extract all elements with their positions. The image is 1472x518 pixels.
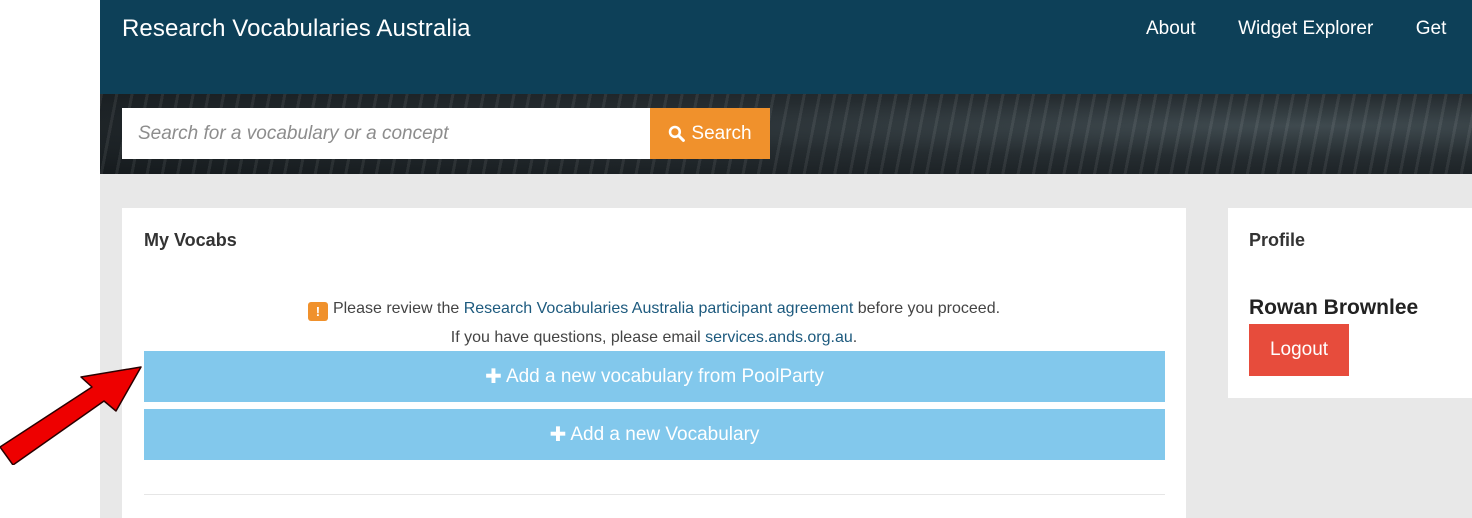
add-vocabulary-from-poolparty-button[interactable]: ✚ Add a new vocabulary from PoolParty (144, 351, 1165, 402)
my-vocabs-title: My Vocabs (144, 230, 237, 250)
my-vocabs-panel: My Vocabs ! Please review the Research Vo… (122, 208, 1186, 518)
search-icon (669, 125, 686, 142)
add-poolparty-label: Add a new vocabulary from PoolParty (505, 365, 824, 387)
red-arrow-icon (0, 366, 142, 465)
top-navbar: Research Vocabularies Australia About Wi… (100, 0, 1472, 94)
notice-text-before: Please review the (332, 300, 460, 317)
search-button[interactable]: Search (650, 108, 770, 159)
panel-divider (144, 494, 1165, 495)
agreement-notice-line: ! Please review the Research Vocabularies… (122, 294, 1186, 323)
nav-links: About Widget Explorer Get (1146, 18, 1472, 40)
participant-agreement-link[interactable]: Research Vocabularies Australia particip… (464, 300, 854, 317)
page: Research Vocabularies Australia About Wi… (100, 0, 1472, 518)
search-banner: Search (100, 94, 1472, 174)
agreement-notice: ! Please review the Research Vocabularies… (122, 294, 1186, 352)
notice-text-after: before you proceed. (857, 300, 1001, 317)
nav-link-widget-explorer[interactable]: Widget Explorer (1238, 18, 1373, 40)
questions-text-before: If you have questions, please email (450, 329, 701, 346)
profile-panel: Profile Rowan Brownlee Logout (1228, 208, 1472, 398)
logout-button[interactable]: Logout (1249, 324, 1349, 376)
nav-link-get[interactable]: Get (1416, 18, 1447, 40)
search-input[interactable] (122, 108, 650, 159)
profile-title: Profile (1249, 230, 1306, 250)
warning-icon: ! (307, 302, 328, 321)
questions-text-after: . (852, 329, 858, 346)
nav-link-about[interactable]: About (1146, 18, 1196, 40)
questions-line: If you have questions, please email serv… (122, 323, 1186, 352)
plus-icon: ✚ (549, 424, 567, 446)
profile-name: Rowan Brownlee (1249, 296, 1419, 319)
site-brand[interactable]: Research Vocabularies Australia (122, 15, 471, 43)
plus-icon: ✚ (485, 366, 502, 388)
add-vocabulary-label: Add a new Vocabulary (570, 423, 760, 445)
search-button-label: Search (691, 122, 752, 144)
add-new-vocabulary-button[interactable]: ✚ Add a new Vocabulary (144, 409, 1165, 460)
support-email-link[interactable]: services.ands.org.au (705, 329, 853, 346)
